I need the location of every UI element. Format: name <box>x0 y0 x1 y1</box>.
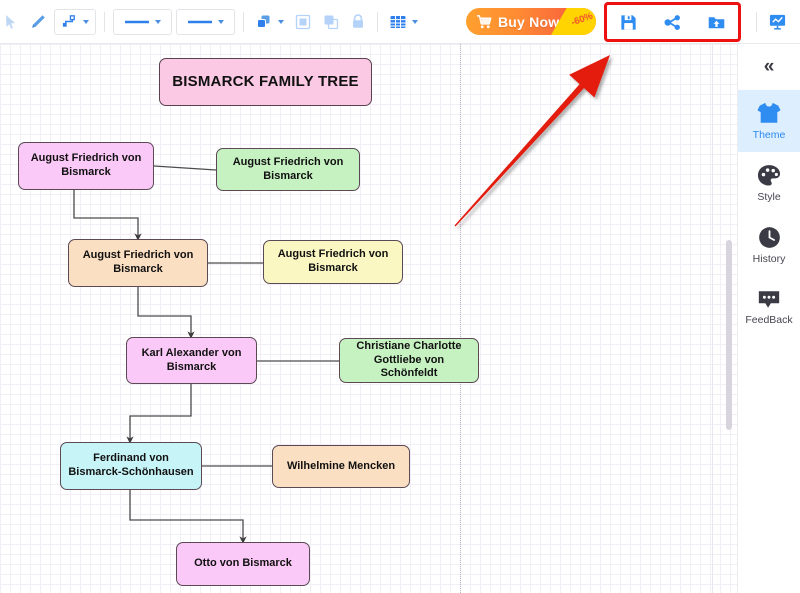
presentation-icon[interactable] <box>765 8 790 36</box>
comment-dots-icon <box>758 290 780 308</box>
line-style-glyph <box>125 20 149 23</box>
pen-glyph <box>32 14 45 28</box>
lock-glyph <box>353 14 363 28</box>
top-toolbar: Buy Now -60% <box>0 0 800 44</box>
tree-node[interactable]: August Friedrich von Bismarck <box>18 142 154 190</box>
tree-node[interactable]: August Friedrich von Bismarck <box>68 239 208 287</box>
toolbar-right-group <box>750 8 792 36</box>
application-window: Buy Now -60% BISMARCK FAMILY TREE August… <box>0 0 800 593</box>
tree-node[interactable]: Wilhelmine Mencken <box>272 445 410 488</box>
tree-node-label: August Friedrich von Bismarck <box>82 249 194 275</box>
toolbar-divider <box>756 12 757 32</box>
shape-arrange-icon[interactable] <box>252 8 287 36</box>
connector-icon[interactable] <box>54 8 96 35</box>
sidebar-label-style: Style <box>757 190 781 203</box>
discount-badge-label: -60% <box>569 10 595 29</box>
tree-node-label: Christiane Charlotte Gottliebe von Schön… <box>356 339 462 380</box>
chevron-down-icon[interactable] <box>278 19 284 24</box>
export-upload-icon[interactable] <box>701 8 731 36</box>
sidebar-label-history: History <box>752 252 786 265</box>
line-weight-icon[interactable] <box>176 8 235 35</box>
vertical-scrollbar[interactable] <box>726 240 732 430</box>
page-boundary-solid <box>712 44 713 593</box>
tree-node-label: Ferdinand von Bismarck-Schönhausen <box>68 452 194 478</box>
send-backward-icon[interactable] <box>319 8 343 36</box>
send-backward-glyph <box>324 15 339 29</box>
sidebar-item-theme[interactable]: Theme <box>738 90 800 152</box>
tree-node[interactable]: August Friedrich von Bismarck <box>216 148 360 191</box>
collapse-chevrons-icon[interactable]: « <box>738 44 800 90</box>
tree-node[interactable]: Karl Alexander von Bismarck <box>126 337 257 384</box>
table-glyph <box>390 15 406 28</box>
shopping-cart-icon <box>476 14 492 28</box>
toolbar-divider <box>104 11 105 32</box>
chevron-down-icon[interactable] <box>83 19 89 24</box>
tree-node-label: Karl Alexander von Bismarck <box>141 346 242 373</box>
collapse-glyph: « <box>763 56 775 77</box>
tshirt-icon <box>757 102 781 123</box>
export-upload-glyph <box>708 16 724 28</box>
presentation-glyph <box>769 14 786 30</box>
share-icon[interactable] <box>657 8 687 36</box>
pointer-glyph <box>6 14 15 29</box>
palette-icon <box>757 164 781 186</box>
chevron-down-icon[interactable] <box>218 19 224 24</box>
connector-glyph <box>62 15 75 27</box>
buy-now-button[interactable]: Buy Now -60% <box>466 8 596 35</box>
chevron-down-icon[interactable] <box>155 19 161 24</box>
right-side-panel: « Theme Style History FeedBack <box>737 44 800 593</box>
diagram-title-text: BISMARCK FAMILY TREE <box>172 72 359 90</box>
sidebar-label-theme: Theme <box>752 129 786 141</box>
save-icon[interactable] <box>614 8 644 36</box>
bring-forward-icon[interactable] <box>291 8 315 36</box>
arrange-glyph <box>257 15 270 28</box>
line-style-icon[interactable] <box>113 8 172 35</box>
tree-node-label: Otto von Bismarck <box>194 557 292 570</box>
pointer-icon[interactable] <box>0 8 22 36</box>
sidebar-item-style[interactable]: Style <box>738 152 800 214</box>
lock-icon[interactable] <box>347 8 369 36</box>
export-group-highlighted <box>604 2 741 42</box>
pen-icon[interactable] <box>26 8 50 36</box>
chevron-down-icon[interactable] <box>412 19 418 24</box>
sidebar-label-feedback: FeedBack <box>745 313 793 326</box>
tree-node[interactable]: Christiane Charlotte Gottliebe von Schön… <box>339 338 479 383</box>
tree-node[interactable]: Otto von Bismarck <box>176 542 310 586</box>
toolbar-divider <box>377 11 378 32</box>
save-glyph <box>621 14 636 30</box>
canvas-grid <box>0 44 737 593</box>
tree-node-label: Wilhelmine Mencken <box>286 459 396 472</box>
line-weight-glyph <box>188 20 212 23</box>
diagram-canvas[interactable]: BISMARCK FAMILY TREE August Friedrich vo… <box>0 44 737 593</box>
page-boundary-dotted <box>460 44 461 593</box>
tree-node[interactable]: Ferdinand von Bismarck-Schönhausen <box>60 442 202 490</box>
sidebar-item-history[interactable]: History <box>738 214 800 276</box>
toolbar-divider <box>243 11 244 32</box>
tree-node[interactable]: August Friedrich von Bismarck <box>263 240 403 284</box>
table-icon[interactable] <box>386 8 421 36</box>
clock-icon <box>758 226 780 248</box>
tree-node-label: August Friedrich von Bismarck <box>30 152 142 178</box>
diagram-title-node[interactable]: BISMARCK FAMILY TREE <box>159 58 372 106</box>
tree-node-label: August Friedrich von Bismarck <box>277 248 389 274</box>
sidebar-item-feedback[interactable]: FeedBack <box>738 276 800 338</box>
bring-forward-glyph <box>295 14 311 29</box>
buy-now-label: Buy Now <box>498 13 560 30</box>
tree-node-label: August Friedrich von Bismarck <box>232 155 344 182</box>
share-glyph <box>664 14 680 30</box>
